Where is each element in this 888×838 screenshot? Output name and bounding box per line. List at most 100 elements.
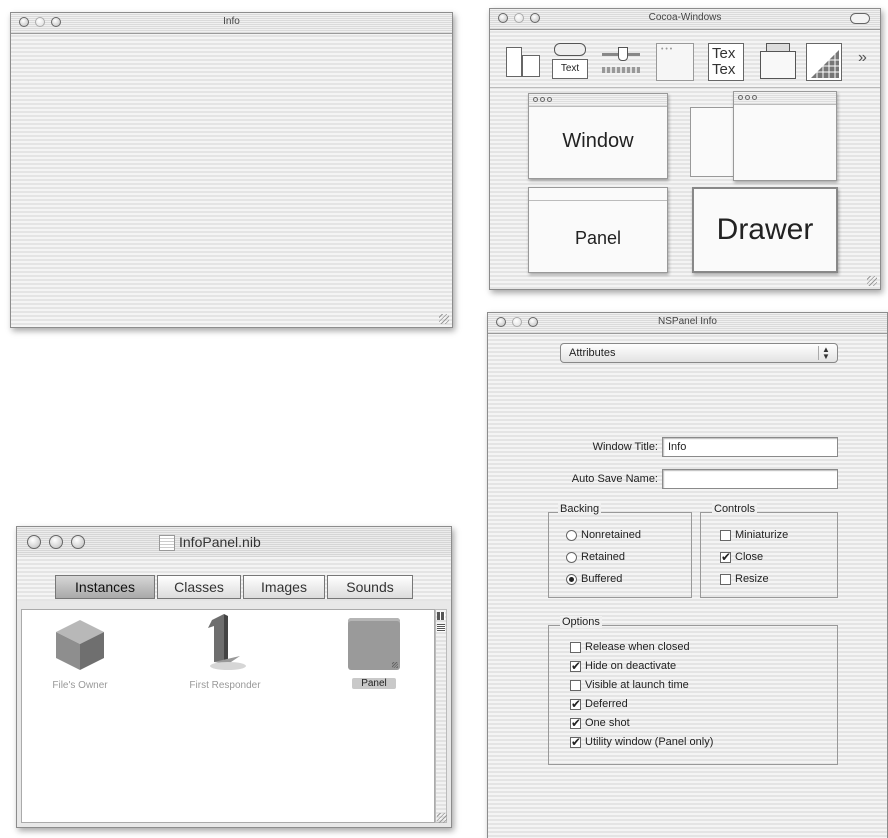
palette-titlebar[interactable]: Cocoa-Windows (490, 9, 880, 30)
checkbox-label: Utility window (Panel only) (585, 736, 714, 748)
popup-arrows-icon: ▲ ▼ (818, 346, 833, 361)
radio-buffered[interactable]: Buffered (566, 573, 622, 585)
window-tile-label: Window (562, 130, 634, 152)
palette-window: Cocoa-Windows Text • • • Tex Tex » Windo… (489, 8, 881, 290)
drawer-tile[interactable]: Drawer (692, 187, 838, 273)
checkbox-label: Release when closed (585, 641, 690, 653)
checkbox-visible-at-launch[interactable]: Visible at launch time (570, 679, 689, 691)
controls-group-title: Controls (712, 503, 757, 515)
checkmark-icon: ✔ (720, 549, 732, 564)
nib-titlebar[interactable]: InfoPanel.nib (17, 527, 451, 558)
checkbox-label: One shot (585, 717, 630, 729)
attributes-popup-label: Attributes (569, 347, 616, 359)
backing-group-title: Backing (558, 503, 602, 515)
nib-file-icon (159, 535, 175, 551)
nspanel-info-window: NSPanel Info Attributes ▲ ▼ Window Title:… (487, 312, 888, 838)
text-views-icon[interactable]: Tex Tex (708, 43, 744, 81)
checkbox-icon (720, 573, 731, 585)
checkbox-label: Close (735, 551, 764, 563)
checkmark-icon: ✔ (570, 696, 582, 711)
radio-retained[interactable]: Retained (566, 551, 625, 563)
window-title: Info (223, 16, 240, 27)
resize-grip-icon[interactable] (437, 813, 447, 823)
checkbox-icon (570, 679, 581, 691)
checkbox-label: Resize (735, 573, 769, 585)
radio-label: Retained (581, 551, 626, 563)
text-label: Text (552, 59, 588, 79)
window-tile[interactable]: Window (528, 93, 668, 179)
window-title: NSPanel Info (658, 316, 717, 327)
checkbox-utility-window[interactable]: ✔ Utility window (Panel only) (570, 736, 713, 748)
checkbox-icon (570, 641, 581, 653)
info-window: Info (10, 12, 453, 328)
checkbox-hide-on-deactivate[interactable]: ✔ Hide on deactivate (570, 660, 676, 672)
attributes-popup[interactable]: Attributes ▲ ▼ (560, 343, 838, 363)
checkmark-icon: ✔ (570, 734, 582, 749)
checkbox-label: Deferred (585, 698, 628, 710)
info-window-titlebar[interactable]: Info (11, 13, 452, 34)
sliders-icon[interactable] (598, 43, 644, 81)
checkbox-icon (720, 529, 731, 541)
windows-icon[interactable] (758, 43, 796, 81)
panel-icon[interactable] (348, 618, 400, 670)
containers-icon[interactable]: • • • (656, 43, 694, 81)
panel-tile-label: Panel (574, 228, 622, 248)
zoom-icon[interactable] (71, 535, 85, 549)
drawer-window-tile[interactable] (733, 91, 837, 181)
cube-icon[interactable] (52, 616, 108, 672)
checkbox-label: Visible at launch time (585, 679, 689, 691)
resize-grip-icon[interactable] (439, 314, 449, 324)
checkbox-one-shot[interactable]: ✔ One shot (570, 717, 630, 729)
tab-sounds[interactable]: Sounds (327, 575, 413, 599)
overflow-chevron-icon[interactable]: » (858, 49, 867, 67)
view-mode-icon[interactable] (437, 612, 445, 620)
text-controls-icon[interactable]: Text (546, 43, 592, 81)
checkmark-icon: ✔ (570, 658, 582, 673)
nspanel-info-titlebar[interactable]: NSPanel Info (488, 313, 887, 334)
drawer-tile-label: Drawer (716, 213, 814, 246)
toolbar-toggle-button[interactable] (850, 13, 870, 24)
checkbox-miniaturize[interactable]: Miniaturize (720, 529, 788, 541)
nib-window: InfoPanel.nib Instances Classes Images S… (16, 526, 452, 828)
radio-label: Buffered (581, 573, 623, 585)
toolbar-divider (490, 87, 880, 88)
panel-label: Panel (352, 678, 396, 689)
checkbox-deferred[interactable]: ✔ Deferred (570, 698, 628, 710)
checkbox-label: Miniaturize (735, 529, 789, 541)
window-title-field[interactable]: Info (662, 437, 838, 457)
first-responder-icon[interactable] (194, 612, 254, 674)
checkbox-label: Hide on deactivate (585, 660, 677, 672)
text-view-label-1: Tex (712, 45, 736, 62)
instances-pane: File's Owner First Responder Panel (21, 609, 435, 823)
resize-grip-icon[interactable] (867, 276, 877, 286)
checkmark-icon: ✔ (570, 715, 582, 730)
drawer-tile-back (690, 107, 734, 177)
panel-tile[interactable]: Panel (528, 187, 668, 273)
graphics-views-icon[interactable] (806, 43, 842, 81)
radio-nonretained[interactable]: Nonretained (566, 529, 641, 541)
radio-label: Nonretained (581, 529, 641, 541)
tab-classes[interactable]: Classes (157, 575, 241, 599)
radio-icon (566, 551, 577, 563)
close-icon[interactable] (27, 535, 41, 549)
window-title-label: Window Title: (592, 441, 658, 453)
checkbox-release-when-closed[interactable]: Release when closed (570, 641, 690, 653)
list-mode-icon[interactable] (437, 624, 445, 632)
checkbox-resize[interactable]: Resize (720, 573, 769, 585)
radio-icon (566, 529, 577, 541)
options-group-title: Options (560, 616, 602, 628)
views-icon[interactable] (504, 43, 540, 81)
files-owner-label: File's Owner (52, 680, 108, 691)
tab-images[interactable]: Images (243, 575, 325, 599)
checkbox-close[interactable]: ✔ Close (720, 551, 763, 563)
auto-save-name-field[interactable] (662, 469, 838, 489)
first-responder-label: First Responder (189, 680, 261, 691)
vertical-scrollbar[interactable] (435, 609, 447, 823)
text-view-label-2: Tex (712, 61, 736, 78)
auto-save-name-label: Auto Save Name: (571, 473, 658, 485)
window-title: InfoPanel.nib (179, 534, 261, 550)
minimize-icon[interactable] (49, 535, 63, 549)
radio-selected-icon (566, 573, 577, 585)
window-title: Cocoa-Windows (648, 12, 722, 23)
tab-instances[interactable]: Instances (55, 575, 155, 599)
